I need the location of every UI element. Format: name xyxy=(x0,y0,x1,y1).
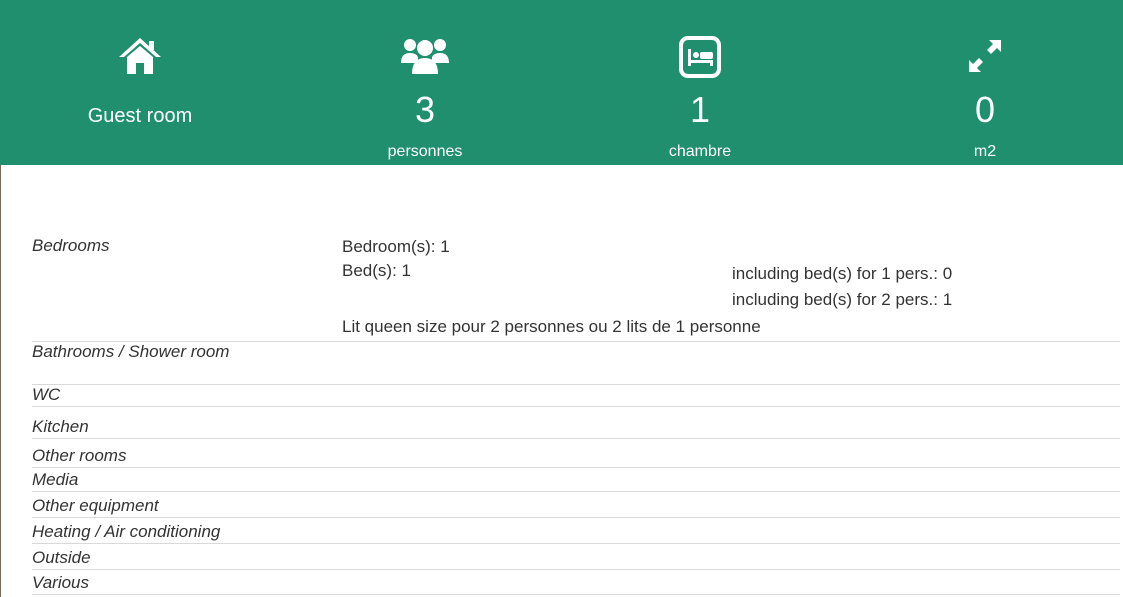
bathrooms-row: Bathrooms / Shower room xyxy=(32,342,1120,385)
other-equipment-row: Other equipment xyxy=(32,496,1120,518)
rooms-unit: chambre xyxy=(668,143,732,160)
bedrooms-row: Bedrooms Bedroom(s): 1 Bed(s): 1 includi… xyxy=(32,236,1120,342)
persons-stat: 3 personnes xyxy=(305,0,545,165)
users-icon xyxy=(400,36,450,81)
area-stat: 0 m2 xyxy=(865,0,1105,165)
summary-header: Guest room 3 personnes 1 chambre 0 m2 xyxy=(0,0,1123,165)
row-label: Various xyxy=(32,573,90,592)
persons-count: 3 xyxy=(414,89,436,130)
bed-note: Lit queen size pour 2 personnes ou 2 lit… xyxy=(342,317,761,336)
bed-icon xyxy=(679,36,721,83)
property-type-stat: Guest room xyxy=(20,0,260,165)
row-label: Bathrooms / Shower room xyxy=(32,342,230,361)
left-border xyxy=(0,165,1,597)
various-row: Various xyxy=(32,573,1120,595)
row-label: Bedrooms xyxy=(32,236,110,255)
row-label: Heating / Air conditioning xyxy=(32,522,221,541)
expand-icon xyxy=(965,36,1005,81)
persons-unit: personnes xyxy=(387,143,463,160)
rooms-stat: 1 chambre xyxy=(580,0,820,165)
row-label: Other rooms xyxy=(32,446,127,465)
area-unit: m2 xyxy=(973,143,997,160)
bedroom-count: Bedroom(s): 1 xyxy=(342,237,450,256)
heating-row: Heating / Air conditioning xyxy=(32,522,1120,544)
rooms-count: 1 xyxy=(689,89,711,130)
wc-row: WC xyxy=(32,385,1120,407)
row-label: Media xyxy=(32,470,79,489)
double-beds: including bed(s) for 2 pers.: 1 xyxy=(732,290,953,309)
bed-count: Bed(s): 1 xyxy=(342,261,411,280)
home-icon xyxy=(117,36,163,81)
row-label: WC xyxy=(32,385,61,404)
row-label: Other equipment xyxy=(32,496,159,515)
kitchen-row: Kitchen xyxy=(32,417,1120,439)
area-value: 0 xyxy=(974,89,996,130)
row-label: Kitchen xyxy=(32,417,89,436)
row-label: Outside xyxy=(32,548,91,567)
media-row: Media xyxy=(32,470,1120,492)
other-rooms-row: Other rooms xyxy=(32,446,1120,468)
property-type-label: Guest room xyxy=(87,105,193,127)
outside-row: Outside xyxy=(32,548,1120,570)
single-beds: including bed(s) for 1 pers.: 0 xyxy=(732,264,953,283)
